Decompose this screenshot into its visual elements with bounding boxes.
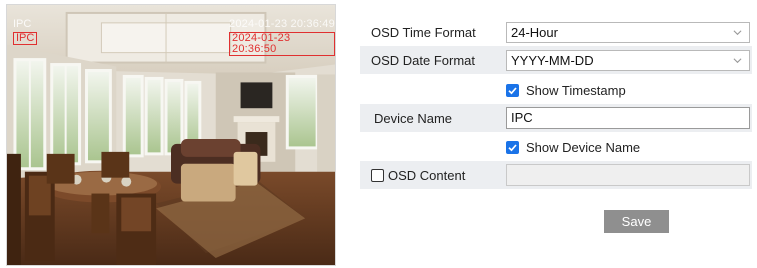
osd-content-checkbox[interactable] xyxy=(371,168,384,182)
chevron-down-icon xyxy=(733,57,742,63)
osd-device-name-ghost: IPC xyxy=(13,18,32,30)
show-timestamp-label: Show Timestamp xyxy=(526,82,626,98)
osd-time-format-value: 24-Hour xyxy=(511,24,558,40)
device-name-label: Device Name xyxy=(374,110,453,126)
show-device-name-option[interactable]: Show Device Name xyxy=(506,137,640,157)
osd-date-format-label: OSD Date Format xyxy=(371,52,476,68)
checkmark-icon xyxy=(508,143,517,151)
osd-date-format-value: YYYY-MM-DD xyxy=(511,52,594,68)
osd-time-format-select[interactable]: 24-Hour xyxy=(506,21,750,43)
osd-time-format-row: OSD Time Format 24-Hour xyxy=(360,18,752,46)
osd-timestamp-overlay: 2024-01-23 20:36:50 xyxy=(229,32,335,56)
show-timestamp-checkbox[interactable] xyxy=(506,83,519,97)
device-name-input[interactable]: IPC xyxy=(506,107,750,129)
device-name-row: Device Name IPC xyxy=(360,104,752,132)
osd-date-format-row: OSD Date Format YYYY-MM-DD xyxy=(360,46,752,74)
osd-device-name-overlay: IPC xyxy=(13,32,38,45)
osd-content-label: OSD Content xyxy=(388,167,466,183)
osd-timestamp-ghost: 2024-01-23 20:36:49 xyxy=(229,18,335,30)
save-button[interactable]: Save xyxy=(604,210,669,233)
show-device-name-label: Show Device Name xyxy=(526,139,641,155)
checkmark-icon xyxy=(508,86,517,94)
osd-content-input[interactable] xyxy=(506,164,750,186)
chevron-down-icon xyxy=(733,29,742,35)
show-device-name-checkbox[interactable] xyxy=(506,140,519,154)
camera-preview: IPC IPC 2024-01-23 20:36:49 2024-01-23 2… xyxy=(6,4,336,266)
osd-date-format-select[interactable]: YYYY-MM-DD xyxy=(506,49,750,71)
osd-content-row: OSD Content xyxy=(360,161,752,189)
osd-time-format-label: OSD Time Format xyxy=(371,24,476,40)
osd-content-option[interactable]: OSD Content xyxy=(360,168,506,183)
show-timestamp-option[interactable]: Show Timestamp xyxy=(506,80,626,100)
